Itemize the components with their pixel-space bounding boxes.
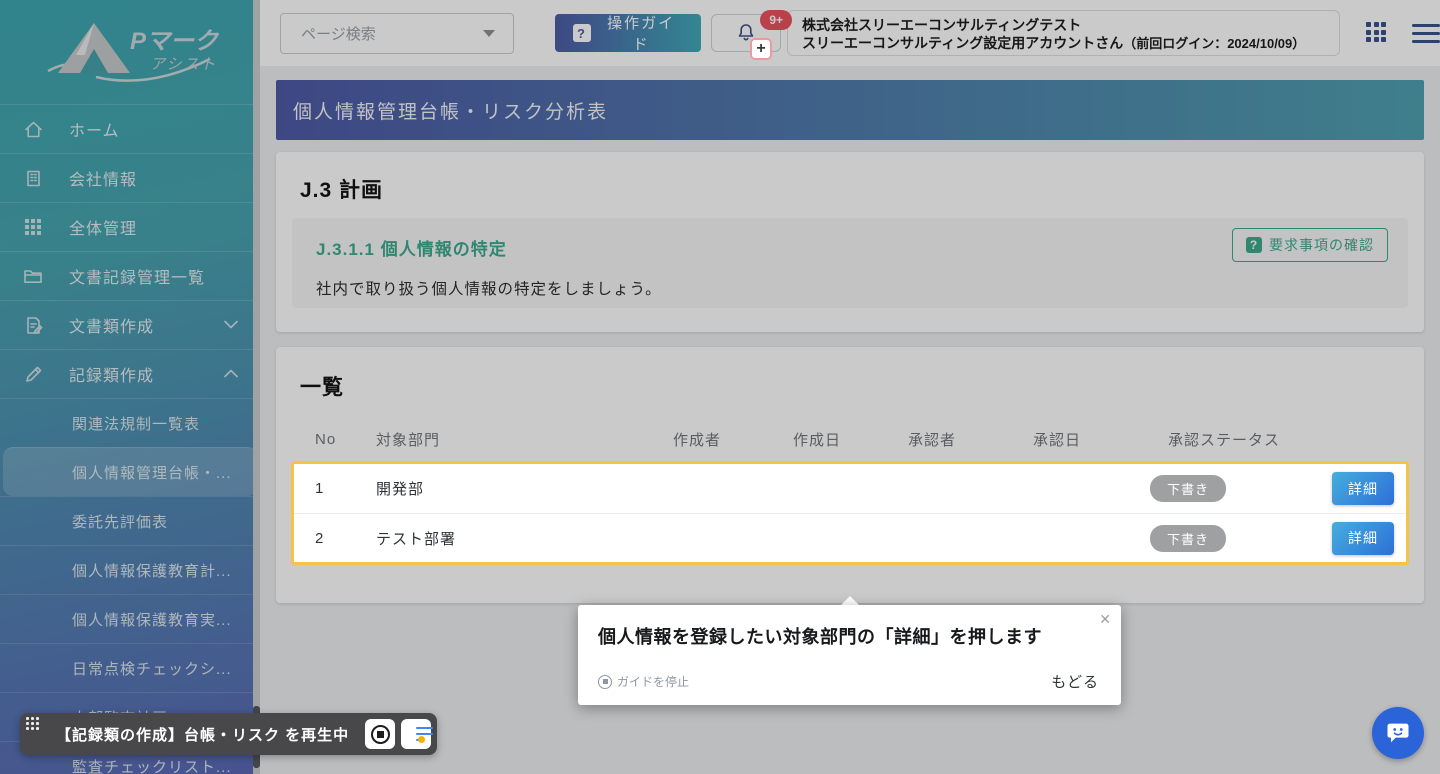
guide-list-icon — [408, 727, 425, 742]
drag-handle-icon[interactable] — [26, 717, 39, 730]
chat-bubble-icon — [1384, 719, 1412, 747]
guide-tooltip-text: 個人情報を登録したい対象部門の「詳細」を押します — [598, 623, 1101, 649]
cell-no: 2 — [315, 530, 376, 547]
guide-list-button[interactable] — [401, 719, 431, 749]
stop-icon — [598, 675, 612, 689]
chat-support-button[interactable] — [1372, 707, 1424, 759]
table-row: 2 テスト部署 下書き 詳細 — [294, 513, 1406, 562]
cell-department: 開発部 — [376, 478, 673, 499]
guide-stop-button[interactable] — [365, 719, 395, 749]
status-badge: 下書き — [1150, 475, 1226, 502]
cell-no: 1 — [315, 480, 376, 497]
cell-department: テスト部署 — [376, 528, 673, 549]
stop-guide-button[interactable]: ガイドを停止 — [598, 673, 689, 690]
guide-highlight-box: 1 開発部 下書き 詳細 2 テスト部署 — [291, 461, 1409, 565]
status-badge: 下書き — [1150, 525, 1226, 552]
screen: Pマーク アシスト ホーム 会社情報 全体管理 文 — [0, 0, 1440, 774]
close-icon[interactable]: ✕ — [1099, 611, 1111, 628]
table-row: 1 開発部 下書き 詳細 — [294, 464, 1406, 513]
stop-guide-label: ガイドを停止 — [617, 673, 689, 690]
guide-playing-text: 【記録類の作成】台帳・リスク を再生中 — [56, 724, 349, 745]
tooltip-caret — [841, 596, 859, 605]
guide-playing-toast: 【記録類の作成】台帳・リスク を再生中 — [20, 713, 437, 755]
back-link[interactable]: もどる — [1051, 671, 1099, 692]
guide-click-marker: + — [750, 38, 772, 60]
guide-tooltip: ✕ 個人情報を登録したい対象部門の「詳細」を押します ガイドを停止 もどる — [578, 605, 1121, 705]
detail-button[interactable]: 詳細 — [1332, 472, 1394, 505]
detail-button[interactable]: 詳細 — [1332, 522, 1394, 555]
stop-icon — [371, 725, 390, 744]
